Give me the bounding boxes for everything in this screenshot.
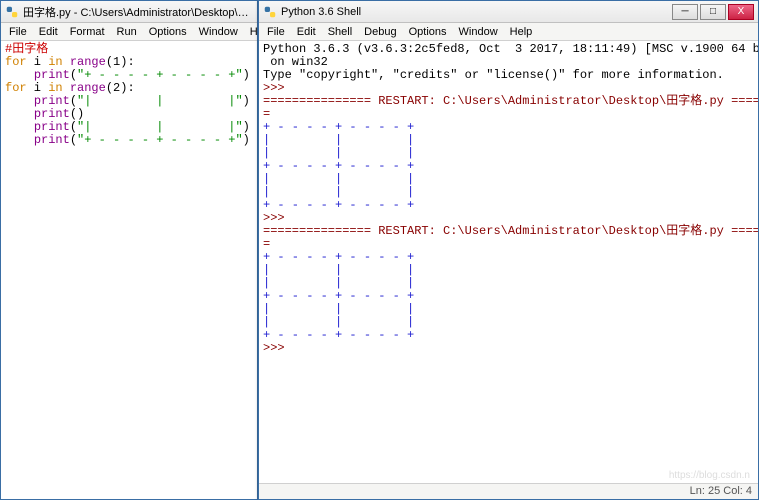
minimize-button[interactable]: ─ [672,4,698,20]
editor-menubar: File Edit Format Run Options Window He [1,23,257,41]
menu-window[interactable]: Window [193,24,244,40]
menu-options[interactable]: Options [143,24,193,40]
shell-title: Python 3.6 Shell [281,6,670,18]
close-button[interactable]: X [728,4,754,20]
menu-format[interactable]: Format [64,24,111,40]
maximize-button[interactable]: □ [700,4,726,20]
python-icon [5,5,19,19]
python-icon [263,5,277,19]
menu-help[interactable]: Help [504,24,539,40]
menu-options[interactable]: Options [403,24,453,40]
shell-statusbar: Ln: 25 Col: 4 [259,483,758,499]
menu-edit[interactable]: Edit [33,24,64,40]
menu-file[interactable]: File [3,24,33,40]
menu-run[interactable]: Run [111,24,143,40]
menu-debug[interactable]: Debug [358,24,402,40]
editor-window: 田字格.py - C:\Users\Administrator\Desktop\… [0,0,258,500]
editor-title: 田字格.py - C:\Users\Administrator\Desktop\… [23,4,253,20]
menu-window[interactable]: Window [453,24,504,40]
menu-edit[interactable]: Edit [291,24,322,40]
watermark: https://blog.csdn.n [669,470,750,481]
shell-window: Python 3.6 Shell ─ □ X File Edit Shell D… [258,0,759,500]
window-buttons: ─ □ X [670,4,754,20]
editor-titlebar[interactable]: 田字格.py - C:\Users\Administrator\Desktop\… [1,1,257,23]
shell-titlebar[interactable]: Python 3.6 Shell ─ □ X [259,1,758,23]
editor-content[interactable]: #田字格for i in range(1): print("+ - - - - … [1,41,257,149]
menu-file[interactable]: File [261,24,291,40]
shell-content[interactable]: Python 3.6.3 (v3.6.3:2c5fed8, Oct 3 2017… [259,41,758,485]
menu-shell[interactable]: Shell [322,24,358,40]
cursor-position: Ln: 25 Col: 4 [690,485,752,497]
shell-menubar: File Edit Shell Debug Options Window Hel… [259,23,758,41]
